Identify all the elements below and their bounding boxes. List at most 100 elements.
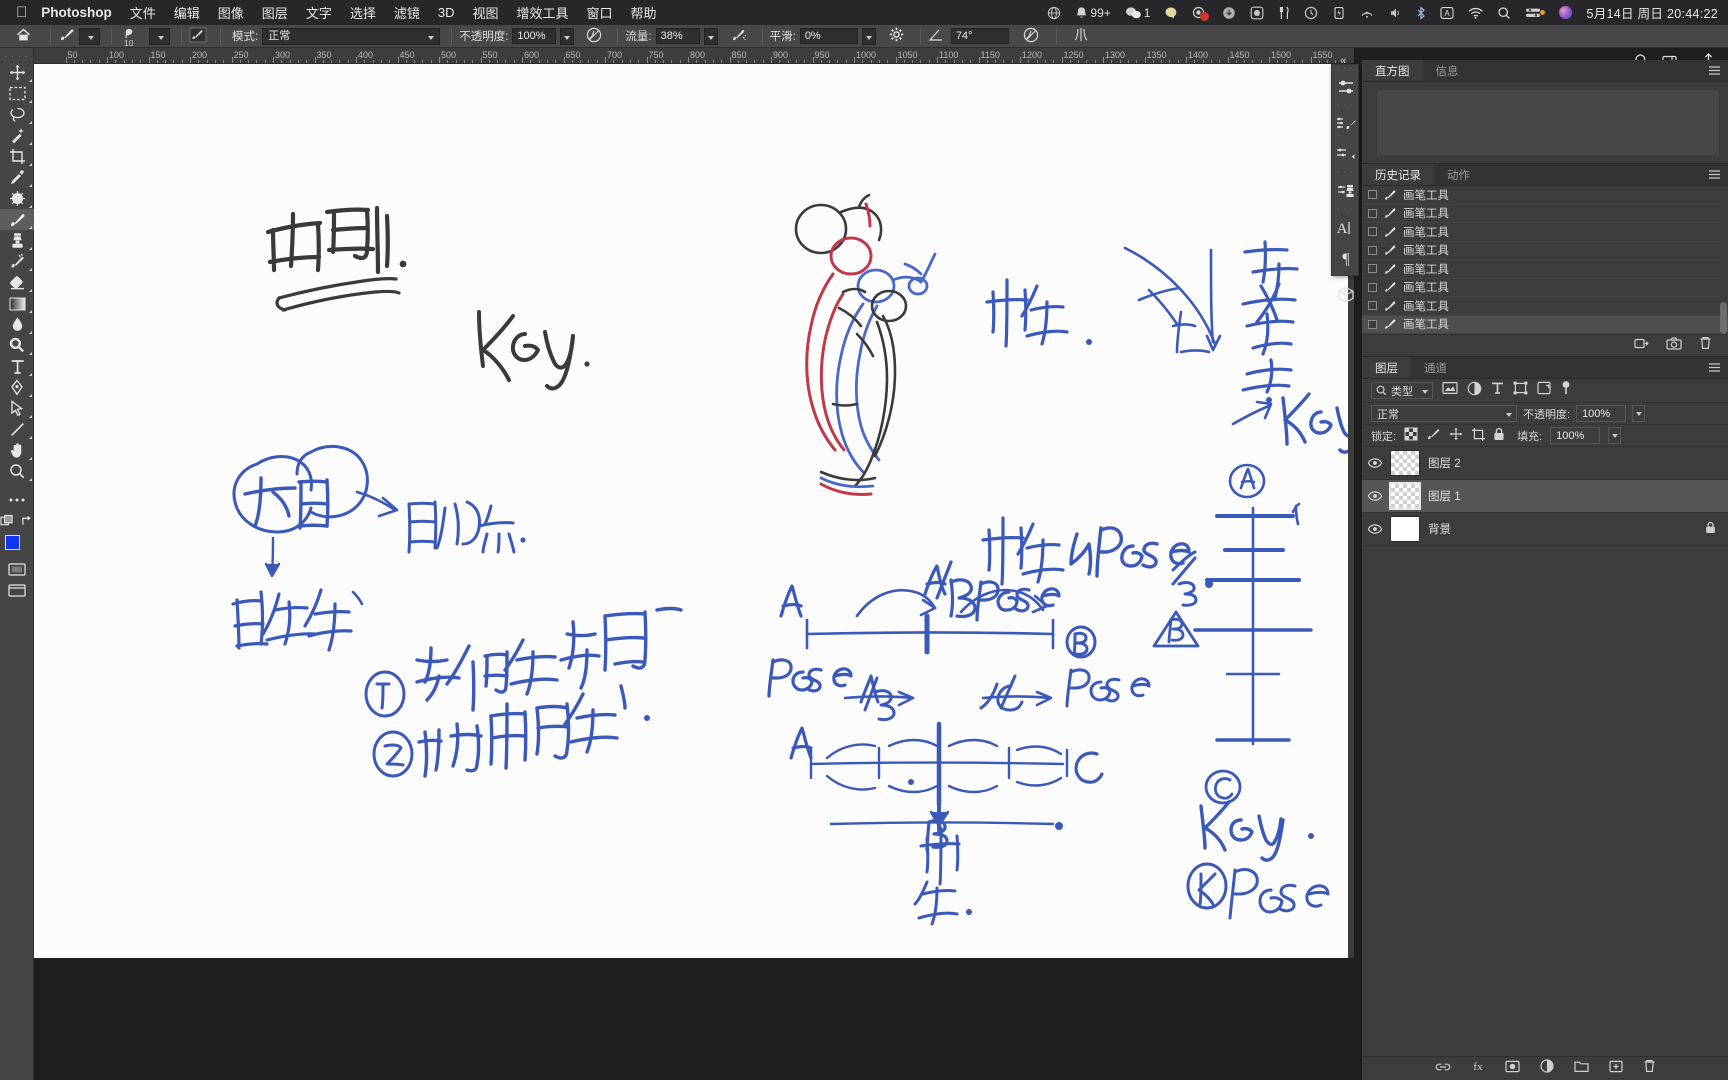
adjustment-layer-icon[interactable] — [1539, 1059, 1554, 1078]
tab-layers[interactable]: 图层 — [1362, 357, 1411, 378]
document-canvas-area[interactable] — [34, 64, 1354, 958]
healing-brush-tool[interactable] — [0, 188, 34, 209]
create-snapshot-icon[interactable] — [1666, 336, 1682, 355]
history-state-item[interactable]: 画笔工具 — [1362, 186, 1728, 205]
adjustments-panel-icon[interactable] — [1332, 72, 1360, 102]
pressure-opacity-icon[interactable] — [586, 27, 602, 46]
history-state-list[interactable]: 画笔工具 画笔工具 画笔工具 画笔工具 画笔工具 画笔工具 画笔工具 画笔工具 — [1362, 186, 1728, 334]
menu-item-filter[interactable]: 滤镜 — [394, 3, 420, 22]
history-state-item[interactable]: 画笔工具 — [1362, 279, 1728, 297]
tab-history[interactable]: 历史记录 — [1362, 164, 1434, 185]
tab-histogram[interactable]: 直方图 — [1362, 60, 1423, 81]
history-snapshot-checkbox[interactable] — [1368, 301, 1377, 311]
wifi-icon[interactable] — [1468, 6, 1484, 20]
move-tool[interactable] — [0, 62, 34, 83]
new-group-icon[interactable] — [1573, 1060, 1589, 1078]
brush-settings-panel-icon[interactable] — [1332, 109, 1360, 139]
layer-lock-icon[interactable] — [1705, 521, 1716, 537]
menu-item-layer[interactable]: 图层 — [262, 3, 288, 22]
smoothing-flyout-button[interactable] — [861, 27, 876, 45]
history-state-item[interactable]: 画笔工具 — [1362, 223, 1728, 242]
foreground-color-swatch[interactable] — [5, 535, 20, 550]
filter-pixel-icon[interactable] — [1442, 381, 1458, 400]
menu-item-type[interactable]: 文字 — [306, 3, 332, 22]
active-tool-preset[interactable] — [58, 26, 100, 46]
airplay-icon[interactable] — [1360, 6, 1374, 20]
menu-item-file[interactable]: 文件 — [130, 3, 156, 22]
history-state-item[interactable]: 画笔工具 — [1362, 205, 1728, 223]
layer-row[interactable]: 背景 — [1362, 513, 1728, 546]
eyedropper-tool[interactable] — [0, 167, 34, 188]
fork-knife-icon[interactable] — [1278, 6, 1290, 20]
history-state-item[interactable]: 画笔工具 — [1362, 260, 1728, 279]
camera-record-icon[interactable] — [1192, 6, 1210, 21]
history-state-item[interactable]: 画笔工具 — [1362, 242, 1728, 260]
filter-shape-icon[interactable] — [1513, 381, 1528, 400]
delete-layer-icon[interactable] — [1643, 1059, 1656, 1078]
line-tool[interactable] — [0, 419, 34, 440]
brush-settings-icon[interactable] — [189, 27, 207, 46]
brush-preset-caret[interactable] — [149, 27, 170, 45]
layer-row[interactable]: 图层 2 — [1362, 447, 1728, 480]
bluetooth-icon[interactable] — [1416, 5, 1426, 20]
gear-icon[interactable] — [889, 27, 904, 45]
lock-transparent-pixels-icon[interactable] — [1404, 427, 1418, 444]
globe-icon[interactable] — [1047, 6, 1061, 20]
horizontal-ruler[interactable]: 50 100 150 200 250 300 350 400 450 500 550 600 650 70… — [34, 48, 1354, 64]
symmetry-icon[interactable] — [1073, 27, 1089, 45]
volume-icon[interactable] — [1388, 6, 1402, 20]
layer-fill-value[interactable]: 100% — [1550, 427, 1601, 444]
history-state-item[interactable]: 画笔工具 — [1362, 315, 1728, 334]
tab-channels[interactable]: 通道 — [1411, 357, 1460, 378]
screenshot-icon[interactable] — [1250, 6, 1264, 20]
airbrush-icon[interactable] — [730, 27, 747, 46]
link-layers-icon[interactable] — [1435, 1060, 1451, 1078]
battery-charging-icon[interactable] — [1332, 6, 1346, 20]
layer-mask-icon[interactable] — [1504, 1060, 1520, 1078]
menu-item-plugins[interactable]: 增效工具 — [517, 3, 569, 22]
panel-menu-icon[interactable] — [1708, 169, 1721, 183]
lock-image-pixels-icon[interactable] — [1426, 427, 1441, 444]
opacity-input[interactable]: 100% — [512, 28, 557, 44]
blur-tool[interactable] — [0, 314, 34, 335]
canvas-paper[interactable] — [34, 64, 1348, 958]
histogram-body[interactable]: △ — [1362, 82, 1728, 163]
opacity-flyout-button[interactable] — [560, 27, 575, 45]
layer-visibility-eye-icon[interactable] — [1368, 458, 1382, 468]
blend-mode-select[interactable]: 正常 — [262, 27, 441, 45]
brush-preset-picker[interactable]: 10 — [119, 26, 170, 48]
lock-all-icon[interactable] — [1493, 427, 1505, 444]
bell-icon[interactable]: 99+ — [1075, 6, 1111, 20]
toolbar-grip[interactable]: · · · · — [0, 52, 33, 62]
crop-tool[interactable] — [0, 146, 34, 167]
home-icon[interactable] — [16, 28, 31, 45]
spotlight-search-icon[interactable] — [1497, 6, 1511, 20]
layer-style-icon[interactable]: fx — [1471, 1059, 1485, 1078]
layer-list[interactable]: 图层 2 图层 1 背景 — [1362, 447, 1728, 546]
new-layer-icon[interactable] — [1608, 1060, 1623, 1078]
downloads-icon[interactable] — [1222, 6, 1236, 20]
brushes-panel-icon[interactable] — [1332, 139, 1360, 169]
history-snapshot-checkbox[interactable] — [1368, 227, 1377, 237]
siri-icon[interactable] — [1559, 6, 1573, 19]
layer-name[interactable]: 图层 1 — [1428, 488, 1461, 504]
screen-mode-toggle[interactable] — [0, 580, 34, 601]
layer-opacity-value[interactable]: 100% — [1576, 405, 1627, 422]
menu-item-help[interactable]: 帮助 — [631, 3, 657, 22]
clone-stamp-tool[interactable] — [0, 230, 34, 251]
panel-menu-icon[interactable] — [1708, 65, 1721, 79]
filter-smart-object-icon[interactable] — [1537, 381, 1551, 400]
history-state-item[interactable]: 画笔工具 — [1362, 297, 1728, 316]
history-snapshot-checkbox[interactable] — [1368, 245, 1377, 255]
character-panel-icon[interactable]: A — [1332, 213, 1360, 243]
layer-thumbnail[interactable] — [1390, 516, 1420, 542]
layer-name[interactable]: 背景 — [1428, 521, 1451, 537]
wechat-icon[interactable]: 1 — [1125, 6, 1150, 20]
eraser-tool[interactable] — [0, 272, 34, 293]
history-snapshot-checkbox[interactable] — [1368, 319, 1377, 329]
layer-thumbnail[interactable] — [1390, 450, 1420, 476]
lock-position-icon[interactable] — [1449, 427, 1463, 444]
layer-visibility-eye-icon[interactable] — [1368, 491, 1382, 501]
tab-info[interactable]: 信息 — [1422, 60, 1472, 81]
layer-blend-mode-select[interactable]: 正常 — [1371, 405, 1517, 422]
